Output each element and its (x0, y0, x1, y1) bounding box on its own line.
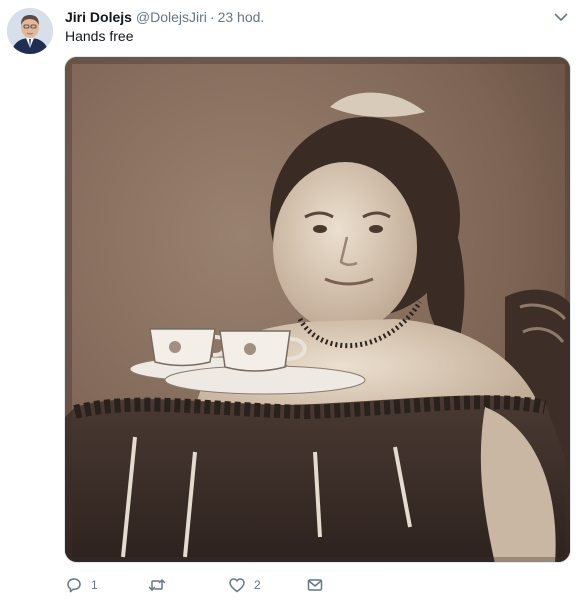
author-name[interactable]: Jiri Dolejs (65, 9, 132, 25)
separator-dot: · (209, 9, 215, 25)
tweet[interactable]: Jiri Dolejs @DolejsJiri · 23 hod. Hands fre… (0, 0, 580, 601)
envelope-icon (307, 579, 323, 591)
tweet-timestamp[interactable]: 23 hod. (218, 9, 265, 25)
chevron-down-icon (554, 13, 568, 21)
retweet-button[interactable] (147, 573, 175, 597)
retweet-icon (148, 579, 166, 591)
author-handle[interactable]: @DolejsJiri (136, 9, 207, 25)
more-options-button[interactable] (553, 10, 569, 24)
tweet-photo[interactable] (64, 56, 571, 563)
tweet-actions: 1 2 (65, 573, 565, 597)
vintage-portrait-photo (65, 57, 570, 562)
reply-count: 1 (91, 578, 98, 592)
avatar[interactable] (7, 8, 53, 54)
reply-icon (67, 578, 81, 593)
tweet-text: Hands free (65, 28, 134, 44)
reply-button[interactable]: 1 (65, 573, 98, 597)
heart-icon (229, 578, 245, 593)
avatar-image (7, 8, 53, 54)
like-button[interactable]: 2 (228, 573, 261, 597)
tweet-header: Jiri Dolejs @DolejsJiri · 23 hod. (65, 8, 264, 26)
like-count: 2 (254, 578, 261, 592)
direct-message-button[interactable] (306, 573, 324, 597)
